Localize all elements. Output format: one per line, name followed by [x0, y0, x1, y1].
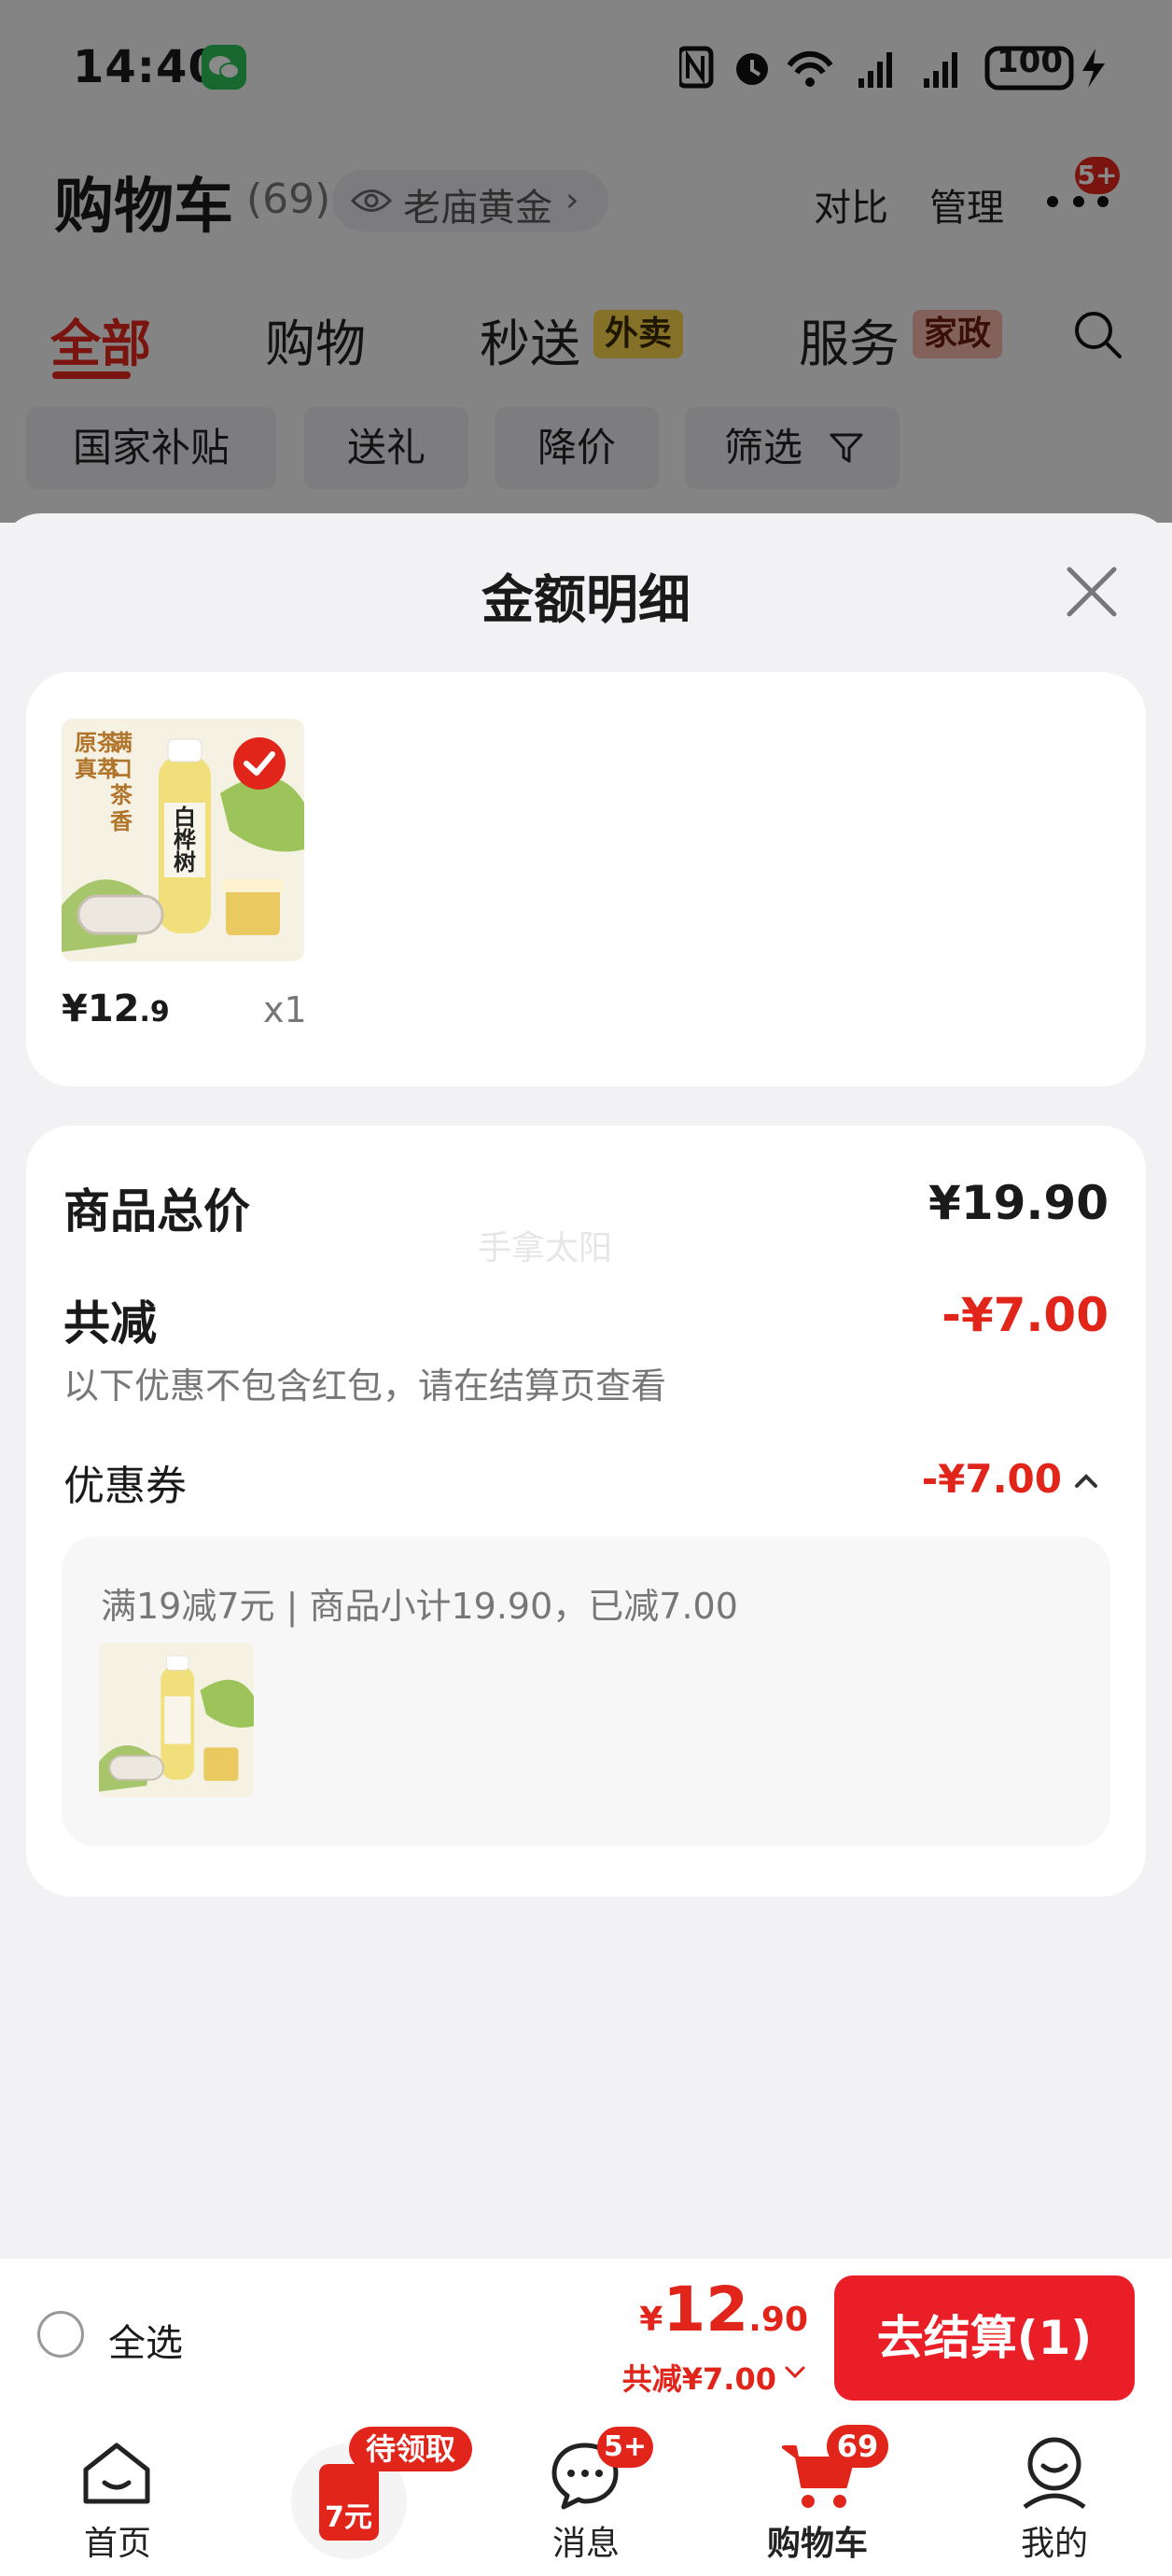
chevron-up-icon[interactable]: [1073, 1471, 1099, 1493]
product-image-brand: 白桦树: [174, 805, 196, 875]
nav-mine-label[interactable]: 我的: [980, 2516, 1129, 2565]
checkout-price-decimal: .90: [748, 2301, 808, 2339]
discount-note: 以下优惠不包含红包，请在结算页查看: [63, 1365, 667, 1407]
modal-overlay[interactable]: [0, 0, 1172, 523]
select-all-checkbox[interactable]: [37, 2311, 84, 2358]
selected-check-icon[interactable]: [233, 737, 286, 790]
checkout-price-symbol: ¥: [639, 2301, 663, 2339]
watermark: 手拿太阳: [478, 1229, 613, 1267]
checkout-price-integer: 12: [663, 2274, 749, 2345]
promo-badge: 待领取: [349, 2427, 472, 2471]
select-all-label[interactable]: 全选: [108, 2313, 183, 2367]
item-price-symbol: ¥: [62, 987, 88, 1030]
checkout-price: ¥12.90: [639, 2274, 808, 2345]
nav-home-label[interactable]: 首页: [43, 2516, 192, 2565]
coupon-label: 优惠券: [63, 1463, 187, 1510]
nav-messages-label[interactable]: 消息: [511, 2516, 661, 2565]
nav-cart-label[interactable]: 购物车: [743, 2516, 892, 2565]
coupon-value[interactable]: -¥7.00: [922, 1456, 1062, 1502]
item-quantity: x1: [263, 989, 307, 1030]
item-price: ¥12.9: [62, 987, 170, 1030]
discount-value: -¥7.00: [942, 1288, 1109, 1342]
total-price-value: ¥19.90: [928, 1176, 1109, 1230]
promo-amount: 7元: [325, 2501, 372, 2534]
home-icon[interactable]: [80, 2440, 153, 2511]
item-price-integer: 12: [87, 987, 140, 1030]
product-image[interactable]: 原茶真萃 满口茶香 白桦树: [62, 719, 304, 961]
messages-badge: 5+: [597, 2427, 653, 2468]
coupon-detail-text: 满19减7元 | 商品小计19.90，已减7.00: [101, 1586, 738, 1627]
profile-icon[interactable]: [1019, 2436, 1090, 2513]
total-price-label: 商品总价: [63, 1184, 250, 1239]
checkout-button[interactable]: 去结算(1): [834, 2275, 1135, 2401]
close-icon[interactable]: [1064, 564, 1120, 623]
item-price-decimal: .9: [139, 996, 170, 1029]
cart-badge: 69: [827, 2425, 888, 2468]
chevron-down-icon[interactable]: [784, 2365, 806, 2384]
coupon-product-thumbnail: [99, 1643, 254, 1798]
sheet-title: 金额明细: [481, 570, 691, 631]
checkout-saved[interactable]: 共减¥7.00: [622, 2356, 776, 2399]
discount-label: 共减: [63, 1296, 157, 1351]
product-image-slogan-right: 满口茶香: [110, 730, 133, 834]
